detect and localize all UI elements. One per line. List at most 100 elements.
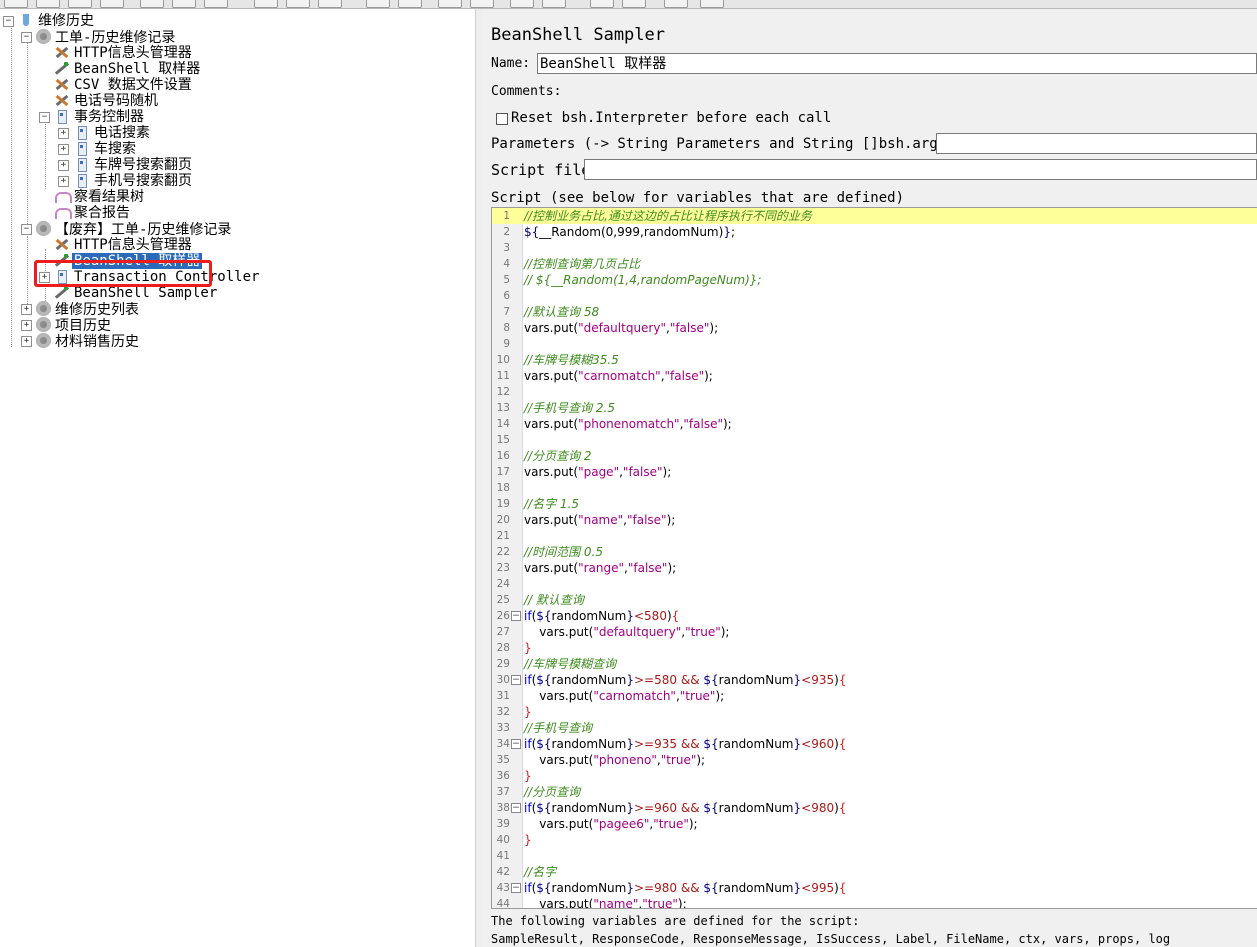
tree-node-10[interactable]: 手机号搜索翻页: [74, 173, 194, 189]
clear-icon[interactable]: [510, 0, 534, 8]
tree-node-2[interactable]: HTTP信息头管理器: [54, 45, 194, 61]
save-as-icon[interactable]: [100, 0, 124, 8]
tree-node-9[interactable]: 车牌号搜索翻页: [74, 157, 194, 173]
copy-icon[interactable]: [172, 0, 196, 8]
fold-toggle-icon[interactable]: −: [511, 611, 521, 621]
tree-node-4[interactable]: CSV 数据文件设置: [54, 77, 194, 93]
tree-expander-19[interactable]: +: [21, 320, 32, 331]
tree-node-19[interactable]: 项目历史: [36, 317, 113, 334]
code-line[interactable]: 28}: [492, 640, 1257, 656]
search-icon[interactable]: [590, 0, 614, 8]
comments-field[interactable]: [565, 81, 1257, 102]
code-line[interactable]: 1 //控制业务占比,通过这边的占比让程序执行不同的业务: [492, 208, 1257, 224]
code-line[interactable]: 40}: [492, 832, 1257, 848]
code-line[interactable]: 17 vars.put("page","false");: [492, 464, 1257, 480]
tree-expander-0[interactable]: −: [3, 16, 14, 27]
toggle-icon[interactable]: [318, 0, 342, 8]
start-no-pause-icon[interactable]: [398, 0, 422, 8]
save-icon[interactable]: [68, 0, 92, 8]
script-file-field[interactable]: [584, 159, 1257, 180]
code-line[interactable]: 12: [492, 384, 1257, 400]
code-line[interactable]: 32}: [492, 704, 1257, 720]
code-line[interactable]: 21: [492, 528, 1257, 544]
code-line[interactable]: 20 vars.put("name","false");: [492, 512, 1257, 528]
code-line[interactable]: 34− if(${randomNum}>=935 && ${randomNum}<…: [492, 736, 1257, 752]
code-line[interactable]: 27 vars.put("defaultquery","true");: [492, 624, 1257, 640]
fold-toggle-icon[interactable]: −: [511, 675, 521, 685]
open-icon[interactable]: [36, 0, 60, 8]
paste-icon[interactable]: [204, 0, 228, 8]
code-line[interactable]: 25 // 默认查询: [492, 592, 1257, 608]
parameters-field[interactable]: [936, 133, 1257, 154]
code-line[interactable]: 39 vars.put("pagee6","true");: [492, 816, 1257, 832]
tree-expander-7[interactable]: +: [58, 128, 69, 139]
code-line[interactable]: 35 vars.put("phoneno","true");: [492, 752, 1257, 768]
collapse-icon[interactable]: [286, 0, 310, 8]
test-plan-tree[interactable]: − 维修历史 − 工单-历史维修记录 HTTP信息头管理器 BeanShell 取样器 CS…: [0, 9, 475, 947]
tree-node-5[interactable]: 电话号码随机: [54, 93, 160, 109]
tree-node-20[interactable]: 材料销售历史: [36, 333, 141, 350]
clear-all-icon[interactable]: [542, 0, 566, 8]
code-line[interactable]: 24: [492, 576, 1257, 592]
tree-expander-9[interactable]: +: [58, 160, 69, 171]
tree-node-0[interactable]: 维修历史: [18, 13, 96, 29]
fold-toggle-icon[interactable]: −: [511, 739, 521, 749]
tree-node-13[interactable]: 【废弃】工单-历史维修记录: [36, 221, 233, 238]
code-line[interactable]: 26− if(${randomNum}<580){: [492, 608, 1257, 624]
tree-expander-13[interactable]: −: [21, 224, 32, 235]
tree-expander-8[interactable]: +: [58, 144, 69, 155]
code-line[interactable]: 31 vars.put("carnomatch","true");: [492, 688, 1257, 704]
tree-expander-18[interactable]: +: [21, 304, 32, 315]
code-line[interactable]: 8 vars.put("defaultquery","false");: [492, 320, 1257, 336]
code-line[interactable]: 30− if(${randomNum}>=580 && ${randomNum}<…: [492, 672, 1257, 688]
tree-node-8[interactable]: 车搜索: [74, 141, 138, 157]
code-line[interactable]: 41: [492, 848, 1257, 864]
script-editor[interactable]: 1 //控制业务占比,通过这边的占比让程序执行不同的业务 2 ${__Random(0…: [491, 207, 1257, 909]
code-line[interactable]: 29 //车牌号模糊查询: [492, 656, 1257, 672]
code-line[interactable]: 14 vars.put("phonenomatch","false");: [492, 416, 1257, 432]
code-line[interactable]: 22 //时间范围 0.5: [492, 544, 1257, 560]
code-line[interactable]: 4 //控制查询第几页占比: [492, 256, 1257, 272]
fold-toggle-icon[interactable]: −: [511, 883, 521, 893]
code-line[interactable]: 13 //手机号查询 2.5: [492, 400, 1257, 416]
code-line[interactable]: 42 //名字: [492, 864, 1257, 880]
tree-node-6[interactable]: 事务控制器: [54, 109, 146, 125]
code-line[interactable]: 37 //分页查询: [492, 784, 1257, 800]
stop-icon[interactable]: [438, 0, 462, 8]
reset-search-icon[interactable]: [622, 0, 646, 8]
tree-node-17[interactable]: BeanShell Sampler: [54, 285, 219, 301]
code-line[interactable]: 44 vars.put("name","true");: [492, 896, 1257, 908]
tree-node-12[interactable]: 聚合报告: [54, 205, 132, 221]
code-line[interactable]: 16 //分页查询 2: [492, 448, 1257, 464]
fold-toggle-icon[interactable]: −: [511, 803, 521, 813]
tree-node-11[interactable]: 察看结果树: [54, 189, 146, 205]
tree-expander-1[interactable]: −: [21, 32, 32, 43]
code-line[interactable]: 2 ${__Random(0,999,randomNum)};: [492, 224, 1257, 240]
name-field[interactable]: BeanShell 取样器: [537, 53, 1257, 74]
tree-expander-10[interactable]: +: [58, 176, 69, 187]
code-line[interactable]: 19 //名字 1.5: [492, 496, 1257, 512]
new-icon[interactable]: [4, 0, 28, 8]
tree-expander-20[interactable]: +: [21, 336, 32, 347]
tree-node-14[interactable]: HTTP信息头管理器: [54, 237, 194, 253]
code-line[interactable]: 10 //车牌号模糊35.5: [492, 352, 1257, 368]
code-line[interactable]: 11 vars.put("carnomatch","false");: [492, 368, 1257, 384]
code-line[interactable]: 18: [492, 480, 1257, 496]
function-helper-icon[interactable]: [664, 0, 688, 8]
code-line[interactable]: 38− if(${randomNum}>=960 && ${randomNum}<…: [492, 800, 1257, 816]
reset-interpreter-checkbox[interactable]: [496, 113, 508, 125]
code-line[interactable]: 3: [492, 240, 1257, 256]
tree-node-7[interactable]: 电话搜素: [74, 125, 152, 141]
code-line[interactable]: 23 vars.put("range","false");: [492, 560, 1257, 576]
code-line[interactable]: 9: [492, 336, 1257, 352]
tree-node-18[interactable]: 维修历史列表: [36, 301, 141, 318]
tree-expander-6[interactable]: −: [39, 112, 50, 123]
code-line[interactable]: 15: [492, 432, 1257, 448]
code-line[interactable]: 36}: [492, 768, 1257, 784]
tree-node-1[interactable]: 工单-历史维修记录: [36, 29, 177, 46]
code-line[interactable]: 5 // ${__Random(1,4,randomPageNum)};: [492, 272, 1257, 288]
help-icon[interactable]: [700, 0, 724, 8]
expand-icon[interactable]: [254, 0, 278, 8]
shutdown-icon[interactable]: [470, 0, 494, 8]
code-line[interactable]: 43− if(${randomNum}>=980 && ${randomNum}<…: [492, 880, 1257, 896]
